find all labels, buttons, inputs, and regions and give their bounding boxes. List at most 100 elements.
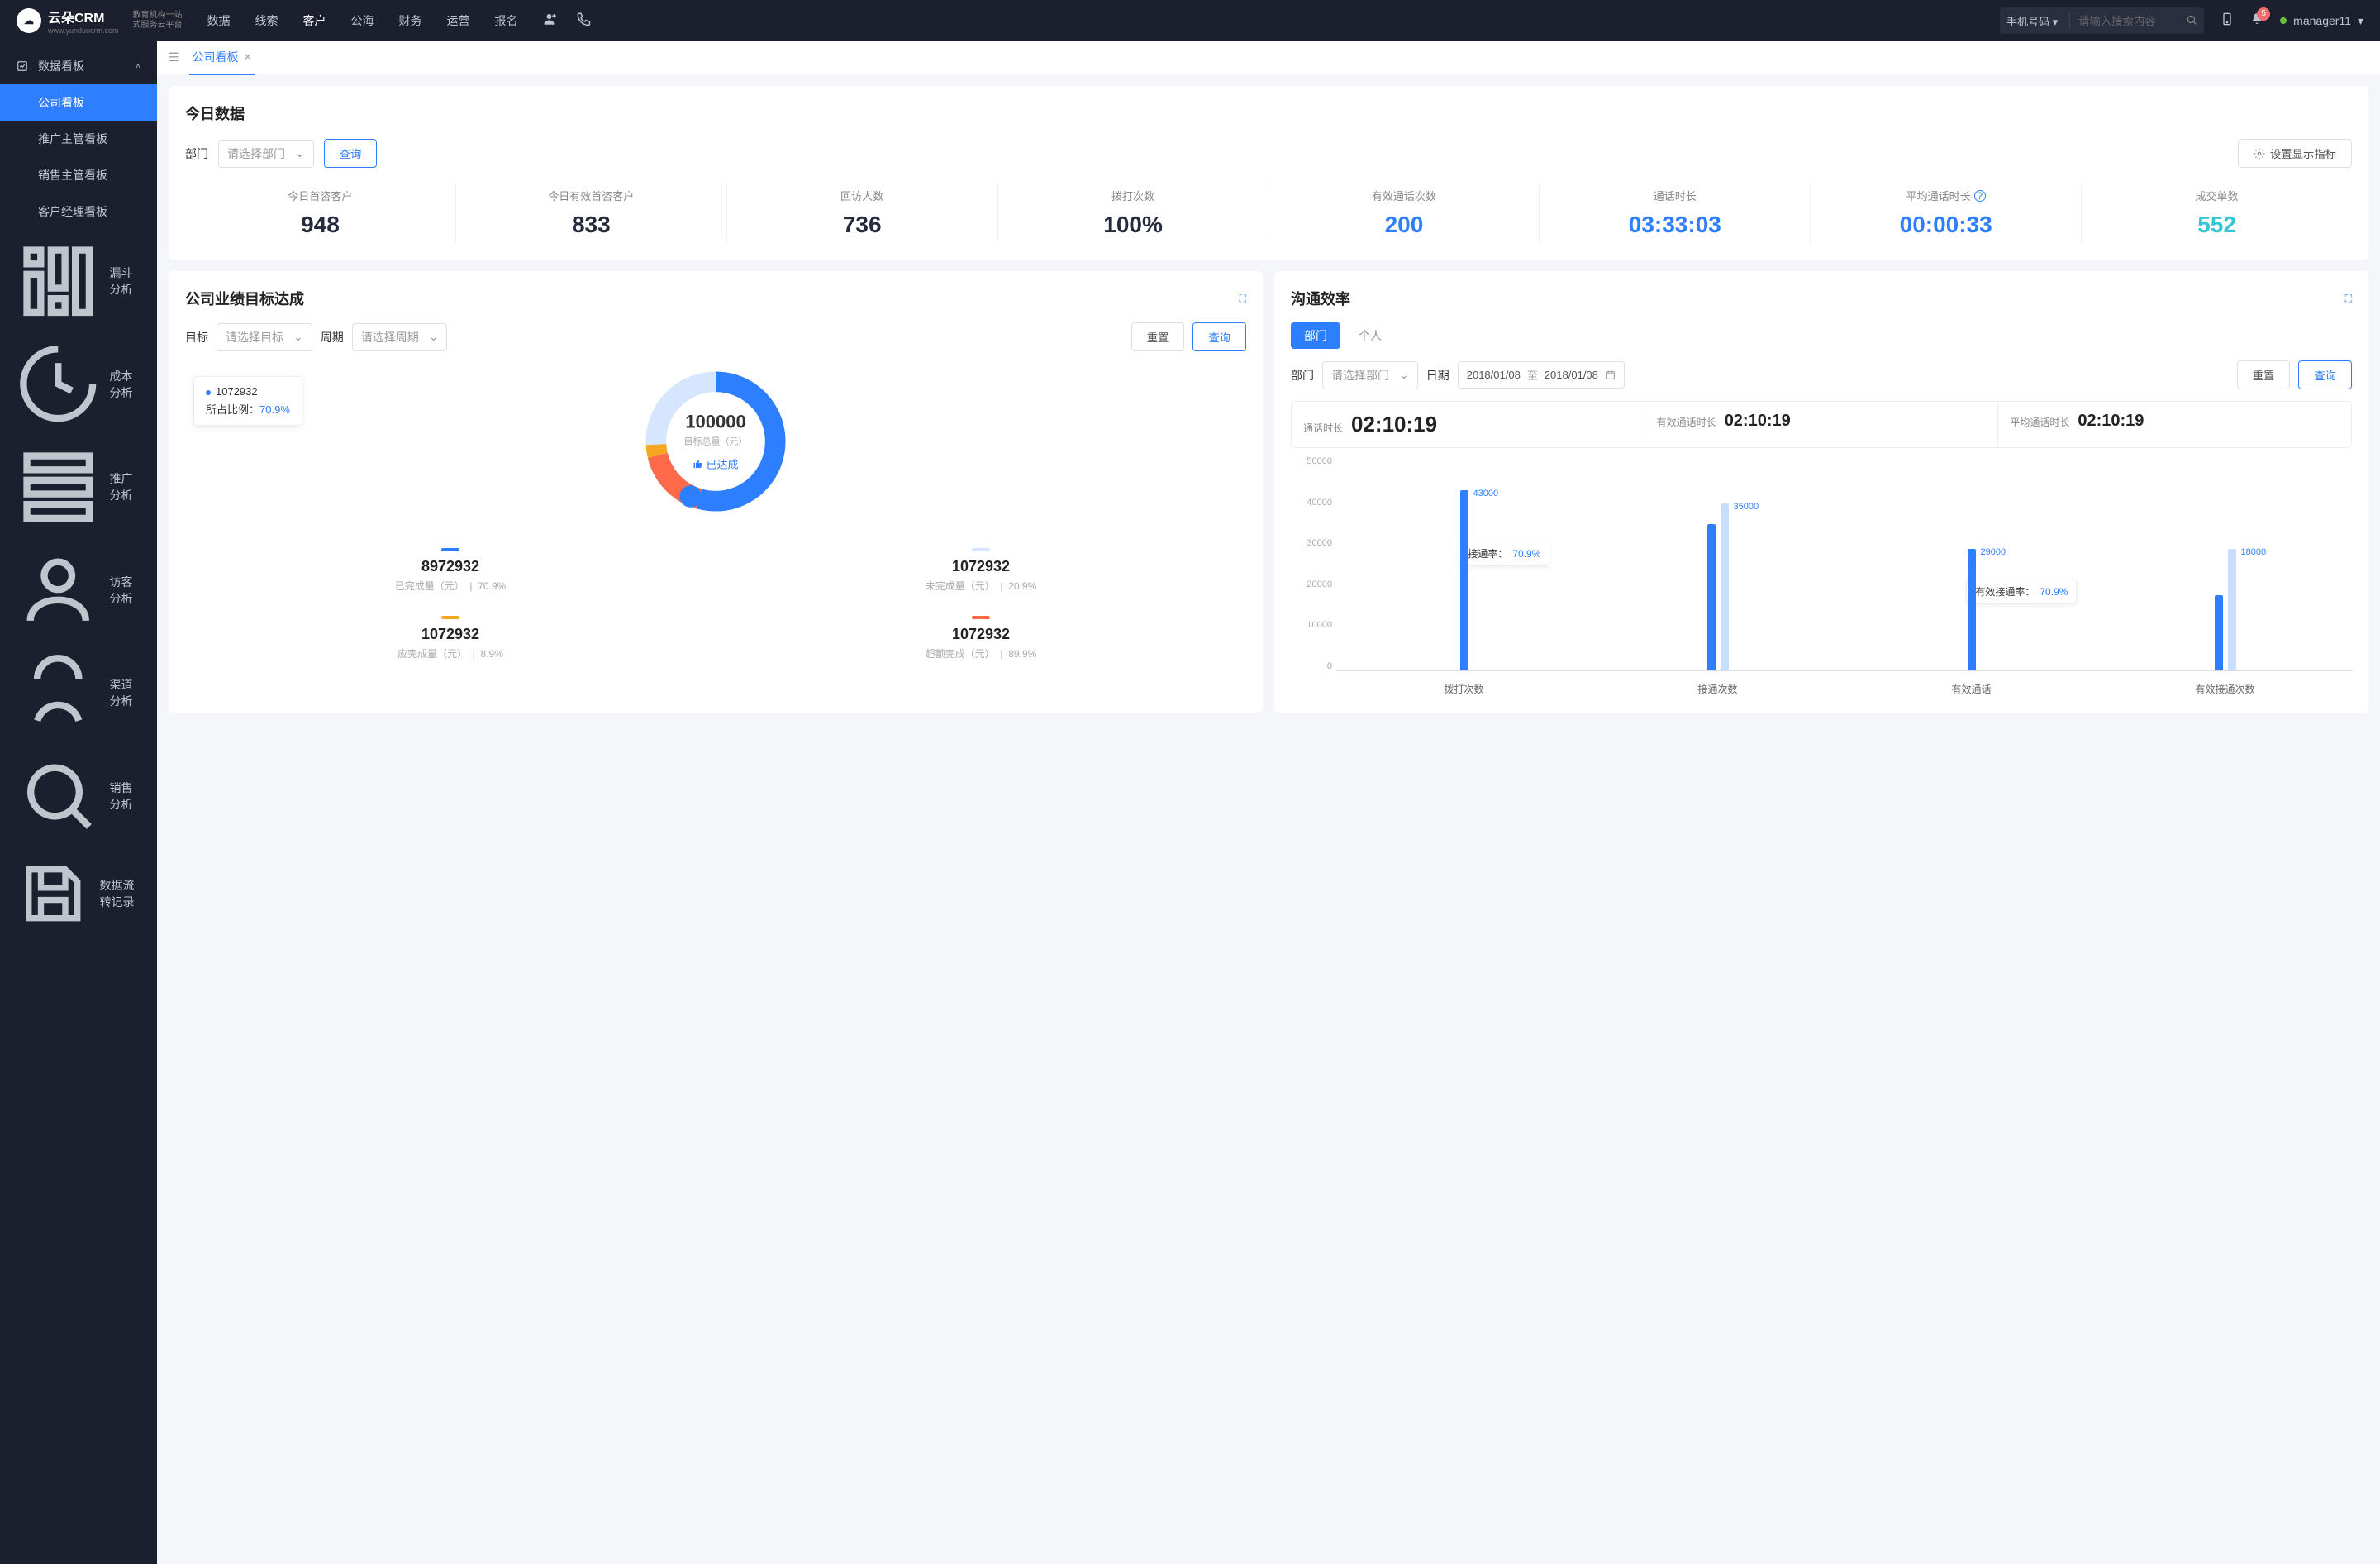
card-title: 公司业绩目标达成	[185, 288, 304, 309]
chevron-up-icon: ˄	[136, 62, 140, 71]
expand-icon[interactable]: ⛶	[2345, 293, 2352, 305]
search-input[interactable]	[2070, 15, 2186, 27]
logo-url: www.yunduocrm.com	[48, 26, 119, 35]
sidebar-group-dashboard[interactable]: 数据看板 ˄	[0, 48, 157, 84]
user-menu[interactable]: manager11 ▾	[2280, 14, 2363, 28]
legend-item: 8972932已完成量（元） | 70.9%	[185, 536, 716, 604]
tabs-bar: ☰ 公司看板 ✕	[157, 41, 2380, 74]
sidebar-icon	[17, 548, 99, 631]
sidebar-item[interactable]: 客户经理看板	[0, 193, 157, 230]
phone-icon[interactable]	[576, 12, 591, 31]
sidebar-item[interactable]: 漏斗分析	[0, 230, 157, 332]
search-mode-select[interactable]: 手机号码 ▾	[2006, 13, 2070, 29]
chevron-down-icon: ⌄	[295, 146, 305, 160]
toggle-person[interactable]: 个人	[1345, 322, 1395, 349]
metric: 有效通话次数200	[1269, 183, 1540, 243]
kpi: 有效通话时长02:10:19	[1645, 402, 1999, 447]
logo-subtitle: 教育机构一站式服务云平台	[126, 11, 183, 31]
topbar: ☁ 云朵CRM www.yunduocrm.com 教育机构一站式服务云平台 数…	[0, 0, 2380, 41]
date-range-input[interactable]: 2018/01/08 至 2018/01/08	[1458, 361, 1625, 389]
sidebar-item[interactable]: 销售主管看板	[0, 157, 157, 193]
top-nav: 数据 线索 客户 公海 财务 运营 报名	[207, 9, 518, 32]
topnav-item[interactable]: 财务	[399, 9, 422, 32]
sidebar-item[interactable]: 公司看板	[0, 84, 157, 121]
gear-icon	[2254, 148, 2265, 160]
dept-label: 部门	[185, 145, 208, 162]
topnav-item[interactable]: 线索	[255, 9, 278, 32]
query-button[interactable]: 查询	[324, 139, 378, 168]
topnav-item[interactable]: 客户	[303, 9, 326, 32]
sidebar-item[interactable]: 数据流转记录	[0, 847, 157, 940]
card-title: 沟通效率	[1291, 288, 1350, 309]
bell-icon[interactable]: 5	[2250, 12, 2263, 30]
add-user-icon[interactable]	[543, 12, 558, 31]
metric: 今日有效首咨客户833	[456, 183, 727, 243]
logo-text: 云朵CRM	[48, 7, 119, 26]
status-dot	[2280, 17, 2287, 24]
tab-company-dashboard[interactable]: 公司看板 ✕	[189, 41, 255, 75]
chart-tooltip: 1072932 所占比例：70.9%	[193, 376, 302, 426]
notification-badge: 5	[2257, 7, 2270, 21]
card-goal: 公司业绩目标达成 ⛶ 目标 请选择目标⌄ 周期 请选择周期⌄ 重置 查询	[169, 271, 1263, 713]
sidebar-item[interactable]: 访客分析	[0, 538, 157, 641]
kpi: 通话时长02:10:19	[1292, 402, 1645, 447]
reset-button[interactable]: 重置	[2237, 360, 2291, 389]
bar-chart: 50000400003000020000100000 接通率：70.9% 有效接…	[1291, 456, 2352, 696]
sidebar-icon	[17, 754, 99, 837]
expand-icon[interactable]: ⛶	[1240, 293, 1246, 305]
toggle-dept[interactable]: 部门	[1291, 322, 1340, 349]
dashboard-icon	[17, 60, 28, 72]
tab-label: 公司看板	[193, 49, 239, 65]
topnav-item[interactable]: 公海	[351, 9, 374, 32]
info-icon[interactable]: ?	[1974, 190, 1986, 202]
search-icon[interactable]	[2186, 14, 2197, 28]
sidebar-item[interactable]: 渠道分析	[0, 641, 157, 744]
bar-group: 35000	[1591, 461, 1844, 670]
sidebar-group-title: 数据看板	[38, 58, 126, 74]
sidebar-icon	[17, 651, 99, 734]
sidebar-icon	[17, 446, 99, 528]
sidebar-item[interactable]: 成本分析	[0, 332, 157, 435]
settings-button[interactable]: 设置显示指标	[2238, 139, 2352, 168]
metric: 拨打次数100%	[998, 183, 1269, 243]
comm-kpis: 通话时长02:10:19有效通话时长02:10:19平均通话时长02:10:19	[1291, 401, 2352, 448]
date-label: 日期	[1426, 367, 1449, 384]
main: ☰ 公司看板 ✕ 今日数据 部门 请选择部门⌄ 查询	[157, 41, 2380, 1564]
logo[interactable]: ☁ 云朵CRM www.yunduocrm.com 教育机构一站式服务云平台	[17, 7, 183, 35]
sidebar: 数据看板 ˄ 公司看板推广主管看板销售主管看板客户经理看板 漏斗分析成本分析推广…	[0, 41, 157, 1564]
chevron-down-icon: ▾	[2358, 14, 2363, 28]
topnav-item[interactable]: 运营	[447, 9, 470, 32]
period-label: 周期	[321, 329, 344, 346]
metric: 回访人数736	[727, 183, 998, 243]
sidebar-item[interactable]: 推广主管看板	[0, 121, 157, 157]
legend-item: 1072932超额完成（元） | 89.9%	[716, 604, 1246, 672]
metric: 平均通话时长?00:00:33	[1811, 183, 2082, 243]
sidebar-item[interactable]: 推广分析	[0, 436, 157, 538]
target-select[interactable]: 请选择目标⌄	[217, 323, 312, 351]
dept-select[interactable]: 请选择部门⌄	[218, 140, 314, 168]
hamburger-icon[interactable]: ☰	[169, 50, 179, 64]
dept-select[interactable]: 请选择部门⌄	[1322, 361, 1418, 389]
card-comm: 沟通效率 ⛶ 部门 个人 部门 请选择部门⌄ 日期 2018/01/08 至	[1274, 271, 2368, 713]
dept-label: 部门	[1291, 367, 1314, 384]
metric: 今日首咨客户948	[185, 183, 456, 243]
sidebar-icon	[17, 240, 99, 322]
sidebar-icon	[17, 857, 89, 930]
topnav-item[interactable]: 数据	[207, 9, 231, 32]
logo-icon: ☁	[17, 8, 41, 33]
close-icon[interactable]: ✕	[244, 51, 252, 63]
sidebar-item[interactable]: 销售分析	[0, 744, 157, 846]
mobile-icon[interactable]	[2221, 12, 2234, 30]
donut-value: 100000	[684, 412, 748, 433]
thumbs-up-icon	[693, 459, 702, 469]
query-button[interactable]: 查询	[1192, 322, 1246, 351]
period-select[interactable]: 请选择周期⌄	[352, 323, 448, 351]
reset-button[interactable]: 重置	[1131, 322, 1185, 351]
topnav-item[interactable]: 报名	[495, 9, 518, 32]
query-button[interactable]: 查询	[2298, 360, 2352, 389]
kpi: 平均通话时长02:10:19	[1998, 402, 2351, 447]
metric: 通话时长03:33:03	[1540, 183, 1811, 243]
bar-group: 43000	[1337, 461, 1591, 670]
comm-toggle: 部门 个人	[1291, 322, 2352, 349]
card-today: 今日数据 部门 请选择部门⌄ 查询 设置显示指标 今日首咨客户948今日有效首咨…	[169, 86, 2368, 260]
